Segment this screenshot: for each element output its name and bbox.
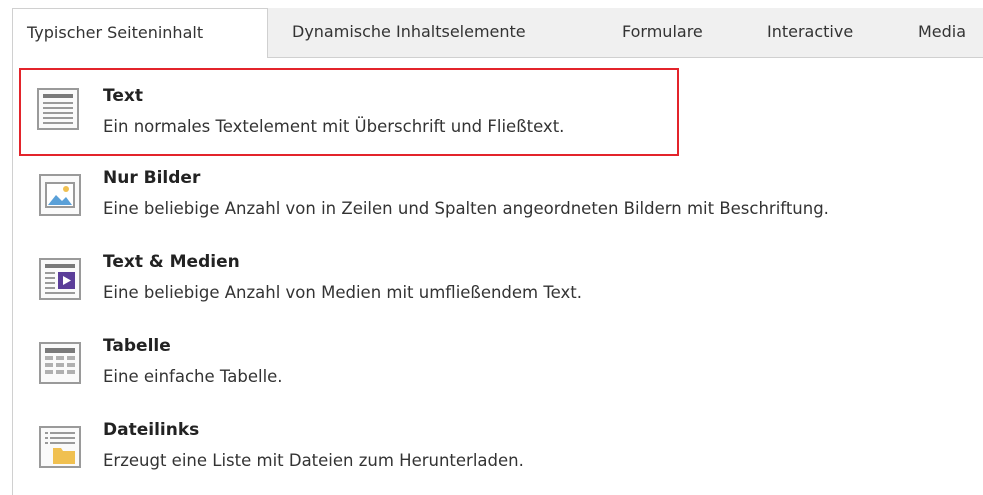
element-description: Erzeugt eine Liste mit Dateien zum Herun… <box>103 451 524 470</box>
text-icon <box>37 88 79 130</box>
text-media-icon <box>39 258 81 300</box>
table-icon <box>39 342 81 384</box>
element-description: Eine beliebige Anzahl von in Zeilen und … <box>103 199 829 218</box>
image-icon <box>39 174 81 216</box>
tab-dynamische-inhaltselemente[interactable]: Dynamische Inhaltselemente <box>292 8 526 58</box>
tab-media[interactable]: Media <box>918 8 966 58</box>
content-element-wizard: Typischer Seiteninhalt Dynamische Inhalt… <box>0 0 983 495</box>
tab-interactive[interactable]: Interactive <box>767 8 853 58</box>
tab-typischer-seiteninhalt[interactable]: Typischer Seiteninhalt <box>12 8 268 59</box>
element-item-tabelle[interactable]: Tabelle Eine einfache Tabelle. <box>19 320 983 406</box>
element-title: Dateilinks <box>103 420 200 440</box>
element-title: Nur Bilder <box>103 168 201 188</box>
tab-bar: Typischer Seiteninhalt Dynamische Inhalt… <box>12 8 983 59</box>
tab-formulare[interactable]: Formulare <box>622 8 703 58</box>
element-item-text[interactable]: Text Ein normales Textelement mit Übersc… <box>19 68 679 156</box>
element-description: Eine beliebige Anzahl von Medien mit umf… <box>103 283 582 302</box>
file-links-icon <box>39 426 81 468</box>
element-title: Text & Medien <box>103 252 240 272</box>
element-item-nur-bilder[interactable]: Nur Bilder Eine beliebige Anzahl von in … <box>19 152 983 238</box>
tab-content: Text Ein normales Textelement mit Übersc… <box>12 58 983 495</box>
element-description: Eine einfache Tabelle. <box>103 367 283 386</box>
element-description: Ein normales Textelement mit Überschrift… <box>103 117 565 136</box>
element-item-dateilinks[interactable]: Dateilinks Erzeugt eine Liste mit Dateie… <box>19 404 983 490</box>
element-item-text-medien[interactable]: Text & Medien Eine beliebige Anzahl von … <box>19 236 983 322</box>
element-title: Tabelle <box>103 336 171 356</box>
element-title: Text <box>103 86 143 106</box>
